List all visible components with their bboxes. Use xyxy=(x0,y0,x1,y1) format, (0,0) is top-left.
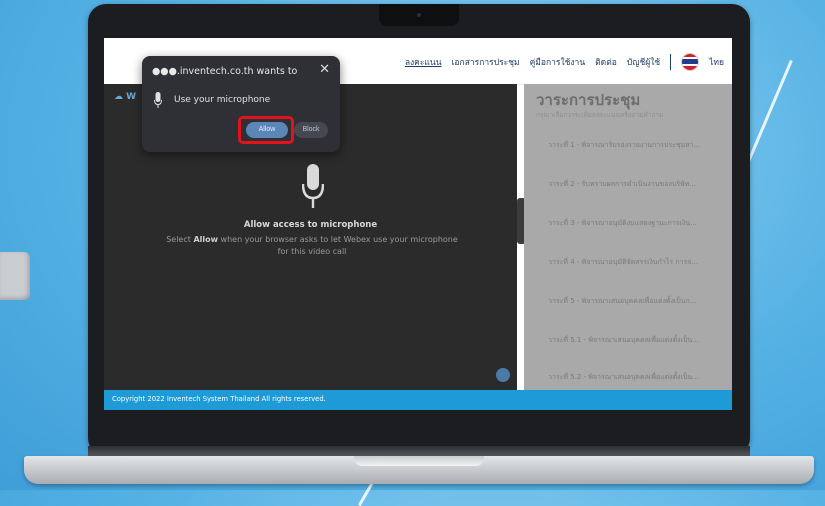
microphone-icon xyxy=(302,164,324,208)
laptop-base-notch xyxy=(354,456,484,466)
close-icon[interactable]: ✕ xyxy=(319,62,330,77)
webex-logo: ☁ W xyxy=(114,92,137,102)
mic-access-instructions: Select Allow when your browser asks to l… xyxy=(162,234,462,258)
agenda-panel: วาระการประชุม กรุณาเลือกวาระเพื่อลงคะแนน… xyxy=(524,84,732,390)
background-decor-line xyxy=(743,60,793,172)
page-footer: Copyright 2022 Inventech System Thailand… xyxy=(104,390,732,410)
permission-request-text: Use your microphone xyxy=(174,95,271,105)
nav-item-documents[interactable]: เอกสารการประชุม xyxy=(452,55,520,69)
copyright-text: Copyright 2022 Inventech System Thailand… xyxy=(112,395,326,403)
camera-notch xyxy=(379,4,459,26)
mic-sub-prefix: Select xyxy=(166,235,194,244)
agenda-item[interactable]: วาระที่ 2 - รับทราบผลการดำเนินงานของบริษ… xyxy=(548,179,696,190)
agenda-title: วาระการประชุม xyxy=(536,91,641,109)
mic-access-title: Allow access to microphone xyxy=(243,220,378,230)
language-label[interactable]: ไทย xyxy=(709,55,724,69)
nav-item-vote[interactable]: ลงคะแนน xyxy=(405,55,442,69)
webex-logo-text: W xyxy=(126,92,137,102)
mic-sub-allow: Allow xyxy=(193,235,218,244)
agenda-item[interactable]: วาระที่ 5 - พิจารณาเสนอบุคคลเพื่อแต่งตั้… xyxy=(548,296,696,307)
mic-permission-dialog: ●●●.inventech.co.th wants to ✕ Use your … xyxy=(142,56,340,152)
camera-icon xyxy=(417,13,421,17)
mic-sub-rest: when your browser asks to let Webex use … xyxy=(218,235,458,256)
nav-item-manual[interactable]: คู่มือการใช้งาน xyxy=(530,55,586,69)
agenda-item[interactable]: วาระที่ 5.1 - พิจารณาเสนอบุคคลเพื่อแต่งต… xyxy=(548,335,699,346)
expand-icon[interactable] xyxy=(496,368,510,382)
browser-screen: ลงคะแนน เอกสารการประชุม คู่มือการใช้งาน … xyxy=(104,38,732,410)
nav-item-contact[interactable]: ติดต่อ xyxy=(595,55,617,69)
agenda-subtitle: กรุณาเลือกวาระเพื่อลงคะแนนหรือถามคำถาม xyxy=(536,111,664,119)
laptop-frame: ลงคะแนน เอกสารการประชุม คู่มือการใช้งาน … xyxy=(88,4,750,456)
agenda-item[interactable]: วาระที่ 1 - พิจารณารับรองรายงานการประชุม… xyxy=(548,140,700,151)
thai-flag-icon[interactable] xyxy=(681,53,700,71)
nav-links: ลงคะแนน เอกสารการประชุม คู่มือการใช้งาน … xyxy=(405,53,724,71)
permission-host: ●●●.inventech.co.th wants to xyxy=(152,66,298,77)
nav-item-account[interactable]: บัญชีผู้ใช้ xyxy=(627,55,660,69)
background-decor-block xyxy=(0,252,30,300)
agenda-item[interactable]: วาระที่ 5.2 - พิจารณาเสนอบุคคลเพื่อแต่งต… xyxy=(548,372,699,383)
agenda-item[interactable]: วาระที่ 4 - พิจารณาอนุมัติจัดสรรเงินกำไร… xyxy=(548,257,698,268)
laptop-hinge xyxy=(88,446,750,456)
agenda-item[interactable]: วาระที่ 3 - พิจารณาอนุมัติงบแสดงฐานะการเ… xyxy=(548,218,697,229)
block-button[interactable]: Block xyxy=(294,122,328,138)
allow-highlight-box xyxy=(238,116,294,144)
laptop-base xyxy=(24,456,814,484)
nav-divider xyxy=(670,54,672,70)
microphone-icon xyxy=(154,92,162,108)
